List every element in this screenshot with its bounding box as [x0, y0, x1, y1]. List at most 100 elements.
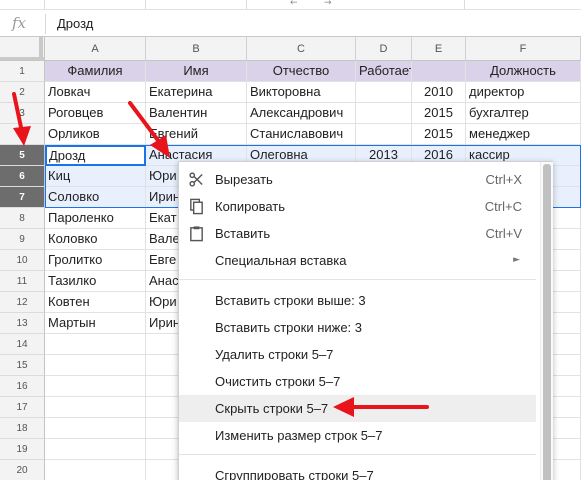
column-header-f[interactable]: F — [466, 37, 581, 61]
cell-a8[interactable]: Пароленко — [45, 208, 146, 229]
cell-a18[interactable] — [45, 418, 146, 439]
cell-c4[interactable]: Станиславович — [247, 124, 356, 145]
cell-a2[interactable]: Ловкач — [45, 82, 146, 103]
row-header-10[interactable]: 10 — [0, 250, 45, 271]
row-header-17[interactable]: 17 — [0, 397, 45, 418]
cell-d2[interactable] — [356, 82, 412, 103]
column-header-a[interactable]: A — [45, 37, 146, 61]
cell-a1[interactable]: Фамилия — [45, 61, 146, 82]
cell-f4[interactable]: менеджер — [466, 124, 581, 145]
fx-icon: fx — [12, 14, 27, 32]
row-header-6[interactable]: 6 — [0, 166, 45, 187]
row-header-19[interactable]: 19 — [0, 439, 45, 460]
menu-item-cut[interactable]: Вырезать Ctrl+X — [179, 166, 536, 193]
menu-item-group-rows[interactable]: Сгруппировать строки 5–7 — [179, 462, 536, 480]
menu-separator — [179, 279, 536, 280]
menu-item-clear-rows[interactable]: Очистить строки 5–7 — [179, 368, 536, 395]
row-header-18[interactable]: 18 — [0, 418, 45, 439]
cell-f3[interactable]: бухгалтер — [466, 103, 581, 124]
row-header-3[interactable]: 3 — [0, 103, 45, 124]
row-header-2[interactable]: 2 — [0, 82, 45, 103]
cell-d3[interactable] — [356, 103, 412, 124]
cell-a12[interactable]: Ковтен — [45, 292, 146, 313]
row-header-14[interactable]: 14 — [0, 334, 45, 355]
copy-icon — [190, 198, 203, 215]
menu-item-label: Очистить строки 5–7 — [215, 374, 341, 389]
menu-separator — [179, 454, 536, 455]
cell-a6[interactable]: Киц — [45, 166, 146, 187]
select-all-corner[interactable] — [0, 37, 45, 61]
row-header-8[interactable]: 8 — [0, 208, 45, 229]
cell-a14[interactable] — [45, 334, 146, 355]
cell-e3[interactable]: 2015 — [412, 103, 466, 124]
menu-scrollbar-thumb[interactable] — [543, 164, 551, 480]
cell-a11[interactable]: Тазилко — [45, 271, 146, 292]
row-header-4[interactable]: 4 — [0, 124, 45, 145]
cell-a5[interactable]: Дрозд — [45, 145, 146, 166]
toolbar-segment — [0, 0, 45, 9]
cell-e1[interactable] — [412, 61, 466, 82]
cell-b4[interactable]: Евгений — [146, 124, 247, 145]
menu-item-insert-rows-below[interactable]: Вставить строки ниже: 3 — [179, 314, 536, 341]
row-header-11[interactable]: 11 — [0, 271, 45, 292]
decrease-decimal-icon[interactable]: ← — [290, 0, 298, 8]
increase-decimal-icon[interactable]: → — [324, 0, 332, 8]
menu-item-resize-rows[interactable]: Изменить размер строк 5–7 — [179, 422, 536, 449]
menu-item-paste[interactable]: Вставить Ctrl+V — [179, 220, 536, 247]
menu-scrollbar[interactable] — [540, 162, 553, 480]
cell-d4[interactable] — [356, 124, 412, 145]
formula-bar: fx Дрозд — [0, 11, 581, 37]
cell-a13[interactable]: Мартын — [45, 313, 146, 334]
menu-item-delete-rows[interactable]: Удалить строки 5–7 — [179, 341, 536, 368]
menu-item-paste-special[interactable]: Специальная вставка ► — [179, 247, 536, 274]
row-header-12[interactable]: 12 — [0, 292, 45, 313]
cell-b2[interactable]: Екатерина — [146, 82, 247, 103]
cell-c1[interactable]: Отчество — [247, 61, 356, 82]
row-header-20[interactable]: 20 — [0, 460, 45, 480]
row-header-9[interactable]: 9 — [0, 229, 45, 250]
cell-a7[interactable]: Соловко — [45, 187, 146, 208]
cell-e4[interactable]: 2015 — [412, 124, 466, 145]
toolbar-segment — [45, 0, 146, 9]
formula-input[interactable]: Дрозд — [57, 16, 93, 31]
menu-item-hide-rows[interactable]: Скрыть строки 5–7 — [179, 395, 536, 422]
column-header-e[interactable]: E — [412, 37, 466, 61]
cell-f1[interactable]: Должность — [466, 61, 581, 82]
cell-a10[interactable]: Гролитко — [45, 250, 146, 271]
cell-a19[interactable] — [45, 439, 146, 460]
menu-item-copy[interactable]: Копировать Ctrl+C — [179, 193, 536, 220]
menu-item-label: Изменить размер строк 5–7 — [215, 428, 383, 443]
cell-a4[interactable]: Орликов — [45, 124, 146, 145]
row-header-7[interactable]: 7 — [0, 187, 45, 208]
cell-c3[interactable]: Александрович — [247, 103, 356, 124]
cell-b3[interactable]: Валентин — [146, 103, 247, 124]
row-header-16[interactable]: 16 — [0, 376, 45, 397]
column-header-d[interactable]: D — [356, 37, 412, 61]
menu-item-insert-rows-above[interactable]: Вставить строки выше: 3 — [179, 287, 536, 314]
row-header-5[interactable]: 5 — [0, 145, 45, 166]
freeze-row-handle[interactable] — [0, 57, 45, 60]
menu-item-label: Сгруппировать строки 5–7 — [215, 468, 374, 480]
column-header-c[interactable]: C — [247, 37, 356, 61]
toolbar-segment — [355, 0, 465, 9]
menu-item-shortcut: Ctrl+X — [485, 172, 522, 187]
context-menu: Вырезать Ctrl+X Копировать Ctrl+C Встави… — [178, 161, 553, 480]
cell-a15[interactable] — [45, 355, 146, 376]
menu-item-shortcut: Ctrl+V — [485, 226, 522, 241]
column-header-b[interactable]: B — [146, 37, 247, 61]
cell-a17[interactable] — [45, 397, 146, 418]
row-header-15[interactable]: 15 — [0, 355, 45, 376]
cell-e2[interactable]: 2010 — [412, 82, 466, 103]
cell-a16[interactable] — [45, 376, 146, 397]
row-header-1[interactable]: 1 — [0, 61, 45, 82]
menu-item-label: Вставить строки выше: 3 — [215, 293, 366, 308]
cell-a20[interactable] — [45, 460, 146, 480]
cell-c2[interactable]: Викторовна — [247, 82, 356, 103]
cell-a9[interactable]: Коловко — [45, 229, 146, 250]
cell-a3[interactable]: Роговцев — [45, 103, 146, 124]
cell-b1[interactable]: Имя — [146, 61, 247, 82]
scissors-icon — [189, 172, 203, 187]
cell-f2[interactable]: директор — [466, 82, 581, 103]
cell-d1[interactable]: Работает с... — [356, 61, 412, 82]
row-header-13[interactable]: 13 — [0, 313, 45, 334]
